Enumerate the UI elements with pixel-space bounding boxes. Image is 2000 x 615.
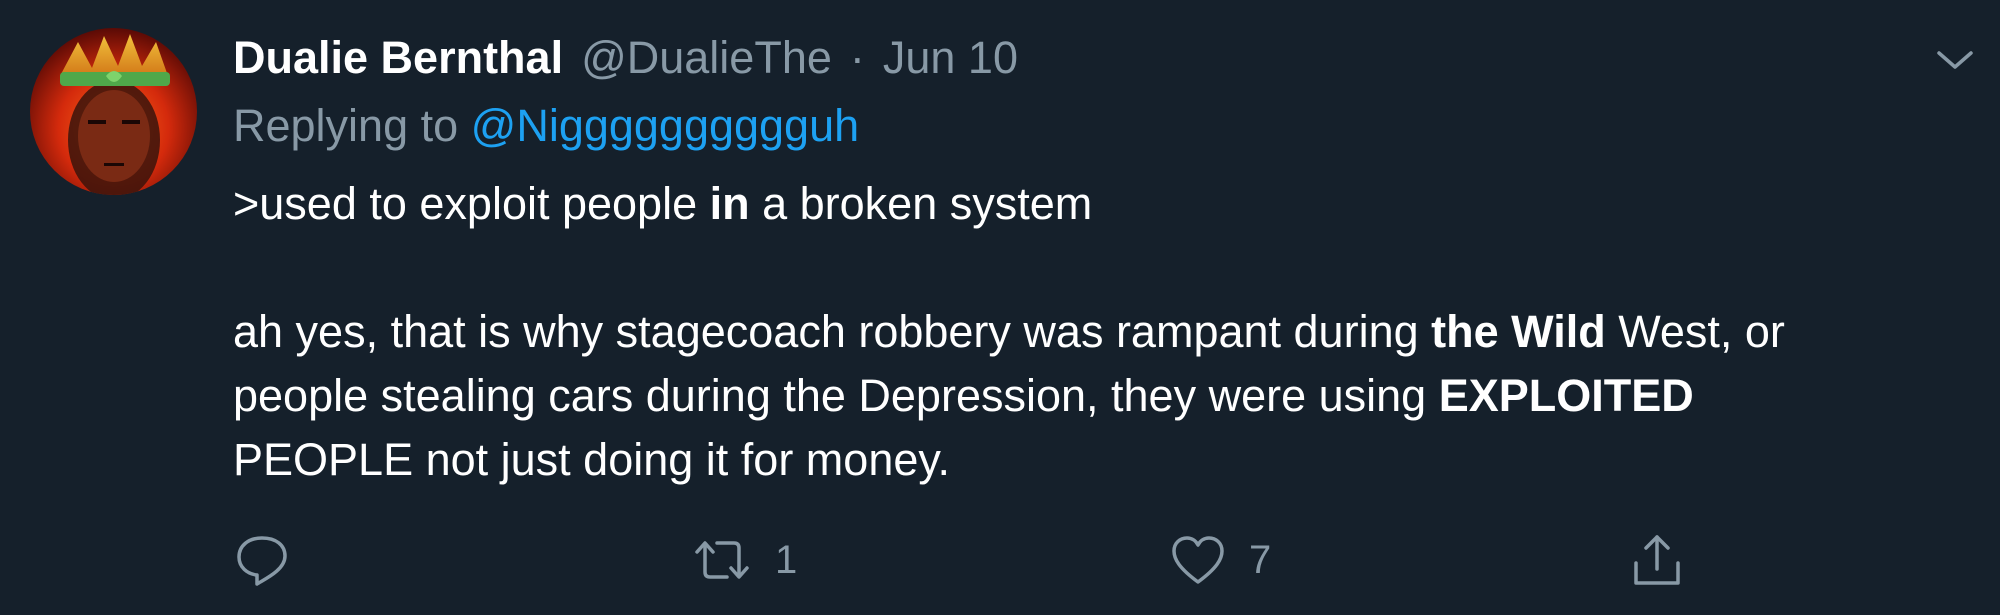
reply-button[interactable] [233,530,291,590]
replying-to-label: Replying to [233,100,471,151]
replying-to-line: Replying to @Nigggggggggguh [233,100,859,152]
share-icon [1634,535,1680,585]
separator-dot: · [849,32,865,83]
avatar[interactable] [30,28,197,195]
share-button[interactable] [1628,530,1686,590]
comment-icon [237,536,287,586]
tweet-body-paragraph-2: ah yes, that is why stagecoach robbery w… [233,300,1873,492]
author-display-name[interactable]: Dualie Bernthal [233,32,563,84]
body-text-segment: PEOPLE not just doing it for money. [233,434,951,485]
like-button[interactable]: 7 [1169,530,1271,590]
tweet-body: >used to exploit people in a broken syst… [233,172,1873,492]
replying-to-mention[interactable]: @Nigggggggggguh [471,100,860,151]
tweet-date[interactable]: Jun 10 [883,32,1018,84]
tweet-header: Dualie Bernthal @DualieThe · Jun 10 [233,28,1018,88]
retweet-icon [695,541,749,579]
author-handle[interactable]: @DualieThe [581,32,832,84]
heart-icon [1172,536,1224,584]
retweet-button[interactable]: 1 [691,530,797,590]
body-bold-segment: the Wild [1431,306,1606,357]
body-bold-segment: EXPLOITED [1438,370,1694,421]
body-text-segment: >used to exploit people [233,178,710,229]
body-text-segment: ah yes, that is why stagecoach robbery w… [233,306,1432,357]
more-options-chevron-down-icon[interactable] [1930,40,1980,80]
tweet[interactable]: Dualie Bernthal @DualieThe · Jun 10 Repl… [0,0,2000,615]
like-count: 7 [1249,537,1272,582]
tweet-actions: 1 7 [233,530,1713,590]
body-text-segment: a broken system [749,178,1093,229]
retweet-count: 1 [775,537,798,582]
body-bold-segment: in [709,178,750,229]
avatar-image [30,28,197,195]
tweet-body-line-1: >used to exploit people in a broken syst… [233,172,1873,236]
